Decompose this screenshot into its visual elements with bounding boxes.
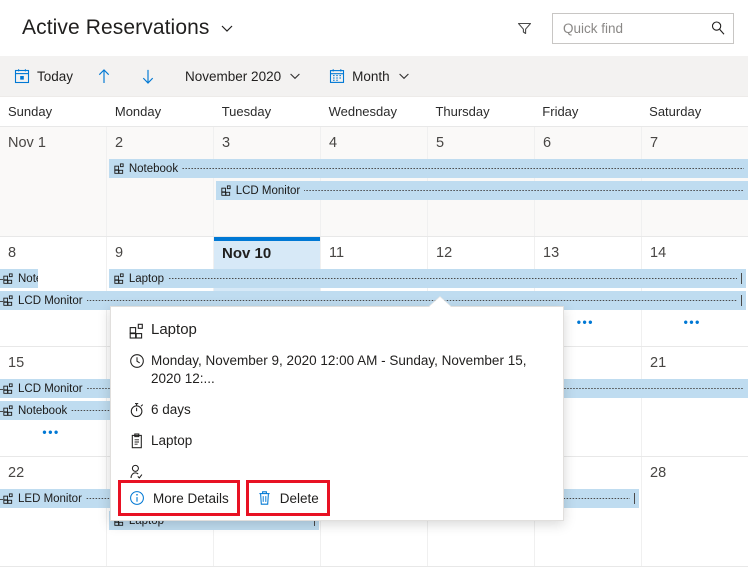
- event-label: Notebook: [18, 272, 38, 285]
- more-details-button[interactable]: More Details: [118, 480, 240, 516]
- more-events-indicator[interactable]: •••: [684, 315, 701, 329]
- continuation-cap: [0, 498, 3, 500]
- tiles-icon: [3, 273, 14, 284]
- calendar-event[interactable]: Notebook: [0, 269, 38, 288]
- continuation-cap: [0, 278, 3, 280]
- callout-arrow: [429, 297, 451, 307]
- event-dotted-line: [86, 300, 737, 301]
- event-end-cap: [741, 295, 742, 306]
- calendar-event[interactable]: Notebook: [108, 159, 748, 178]
- event-dotted-line: [304, 190, 744, 191]
- clock-icon: [129, 353, 151, 369]
- more-events-indicator[interactable]: •••: [577, 315, 594, 329]
- info-icon: [129, 490, 145, 506]
- app-root: Active Reservations Quick find Today Nov…: [0, 0, 748, 585]
- delete-button[interactable]: Delete: [245, 480, 330, 516]
- event-details-callout: Laptop Monday, November 9, 2020 12:00 AM…: [110, 297, 564, 521]
- event-end-cap: [740, 273, 742, 284]
- chevron-down-icon[interactable]: [220, 21, 234, 35]
- day-of-week-header: Sunday Monday Tuesday Wednesday Thursday Frid…: [0, 97, 748, 127]
- callout-title: Laptop: [151, 321, 197, 338]
- event-label: Notebook: [18, 404, 68, 417]
- tiles-icon: [3, 383, 14, 394]
- stopwatch-icon: [129, 402, 151, 418]
- search-input[interactable]: [553, 13, 701, 43]
- continuation-cap: [0, 388, 3, 390]
- calendar-icon: [329, 68, 345, 84]
- continuation-cap: [0, 410, 3, 412]
- tiles-icon: [129, 323, 151, 339]
- chevron-down-icon: [289, 70, 301, 82]
- calendar-event[interactable]: Laptop: [108, 269, 746, 288]
- callout-duration-row: 6 days: [129, 401, 545, 419]
- period-label: November 2020: [185, 68, 282, 84]
- callout-datetime: Monday, November 9, 2020 12:00 AM - Sund…: [151, 353, 527, 386]
- page-title-area[interactable]: Active Reservations: [22, 16, 234, 40]
- event-label: LCD Monitor: [18, 294, 83, 307]
- more-details-label: More Details: [153, 490, 229, 506]
- page-header: Active Reservations: [0, 0, 748, 56]
- search-icon[interactable]: [710, 20, 726, 36]
- event-end-cap: [634, 493, 636, 504]
- previous-period-button[interactable]: [82, 56, 126, 97]
- arrow-down-icon: [140, 68, 156, 85]
- event-label: LED Monitor: [18, 492, 82, 505]
- tiles-icon: [114, 163, 125, 174]
- arrow-up-icon: [96, 68, 112, 85]
- event-label: LCD Monitor: [235, 184, 301, 197]
- event-dotted-line: [168, 278, 737, 279]
- day-header-tuesday: Tuesday: [221, 104, 272, 119]
- view-label: Month: [352, 68, 390, 84]
- event-layer: Notebook LCD Monitor: [0, 127, 748, 236]
- filter-icon[interactable]: [510, 14, 538, 42]
- day-header-sunday: Sunday: [8, 104, 53, 119]
- clipboard-icon: [129, 433, 151, 449]
- day-header-thursday: Thursday: [435, 104, 490, 119]
- day-header-saturday: Saturday: [649, 104, 702, 119]
- continuation-cap: [0, 300, 3, 302]
- event-label: LCD Monitor: [18, 382, 83, 395]
- callout-datetime-row: Monday, November 9, 2020 12:00 AM - Sund…: [129, 352, 545, 388]
- calendar-event[interactable]: LCD Monitor: [215, 181, 748, 200]
- next-period-button[interactable]: [126, 56, 170, 97]
- view-selector[interactable]: Month: [320, 56, 419, 97]
- today-button[interactable]: Today: [5, 56, 82, 97]
- trash-icon: [257, 490, 272, 506]
- event-dotted-line: [182, 168, 744, 169]
- header-actions: [510, 12, 734, 44]
- tiles-icon: [114, 273, 125, 284]
- chevron-down-icon: [398, 70, 410, 82]
- page-title: Active Reservations: [22, 16, 210, 39]
- today-label: Today: [37, 68, 74, 84]
- callout-title-row: Laptop: [129, 321, 545, 339]
- calendar-today-icon: [14, 68, 30, 84]
- day-header-friday: Friday: [542, 104, 579, 119]
- tiles-icon: [3, 493, 14, 504]
- callout-actions: More Details Delete: [111, 476, 563, 520]
- delete-label: Delete: [279, 490, 319, 506]
- event-label: Laptop: [128, 272, 165, 285]
- callout-resource: Laptop: [151, 433, 193, 448]
- day-header-wednesday: Wednesday: [328, 104, 397, 119]
- quick-find-box[interactable]: [552, 12, 734, 44]
- calendar-week: Nov 1 2 3 4 5 6 7 Notebook LCD Monitor: [0, 127, 748, 237]
- event-label: Notebook: [128, 162, 179, 175]
- callout-body: Laptop Monday, November 9, 2020 12:00 AM…: [111, 307, 563, 480]
- tiles-icon: [221, 185, 232, 196]
- callout-duration: 6 days: [151, 402, 191, 417]
- callout-resource-row: Laptop: [129, 432, 545, 450]
- period-selector[interactable]: November 2020: [176, 56, 310, 97]
- more-events-indicator[interactable]: •••: [42, 425, 59, 439]
- tiles-icon: [3, 405, 14, 416]
- command-bar: Today November 2020 Month: [0, 56, 748, 97]
- day-header-monday: Monday: [114, 104, 162, 119]
- tiles-icon: [3, 295, 14, 306]
